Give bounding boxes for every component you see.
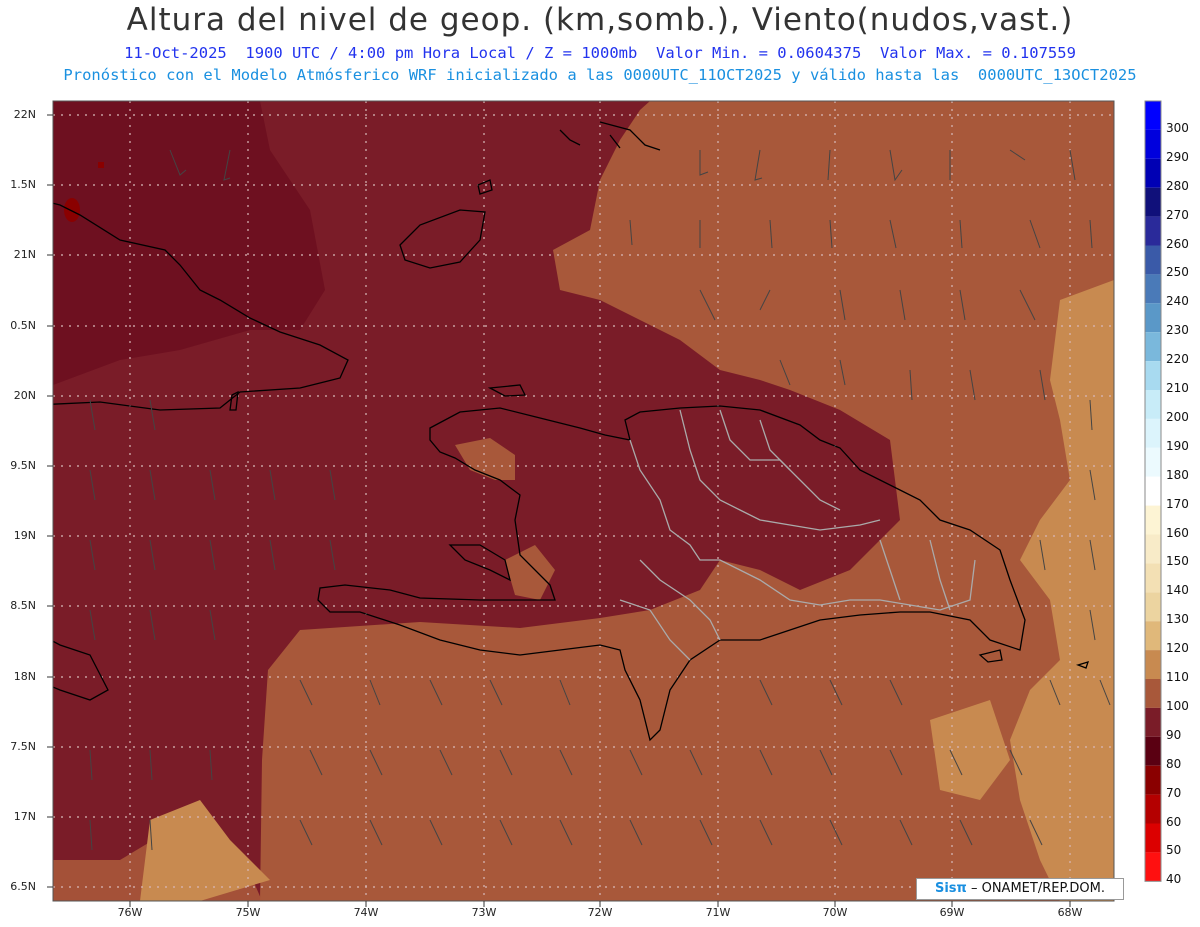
x-label: 72W xyxy=(587,906,613,919)
x-label: 70W xyxy=(822,906,848,919)
x-label: 73W xyxy=(471,906,497,919)
x-label: 75W xyxy=(235,906,261,919)
y-label: 17N xyxy=(13,810,36,823)
colorbar-swatch xyxy=(1145,794,1161,824)
colorbar-label: 130 xyxy=(1166,612,1189,627)
y-label: 8.5N xyxy=(10,599,36,612)
colorbar-swatch xyxy=(1145,650,1161,679)
y-label: 18N xyxy=(13,670,36,683)
colorbar-label: 190 xyxy=(1166,438,1189,453)
y-label: 9.5N xyxy=(10,459,36,472)
colorbar-swatch xyxy=(1145,852,1161,882)
colorbar-swatch xyxy=(1145,563,1161,593)
colorbar-swatch xyxy=(1145,390,1161,419)
colorbar-swatch xyxy=(1145,361,1161,390)
colorbar-swatch xyxy=(1145,707,1161,737)
colorbar-label: 60 xyxy=(1166,814,1182,829)
colorbar xyxy=(1144,100,1162,882)
colorbar-label: 260 xyxy=(1166,236,1189,251)
credit-box: Sisπ – ONAMET/REP.DOM. xyxy=(916,878,1124,900)
x-label: 68W xyxy=(1057,906,1083,919)
map-field xyxy=(53,101,1114,901)
credit-text: – ONAMET/REP.DOM. xyxy=(970,881,1105,896)
colorbar-swatch xyxy=(1145,216,1161,246)
colorbar-swatch xyxy=(1145,129,1161,159)
colorbar-swatch xyxy=(1145,621,1161,651)
credit-brand: Sisπ xyxy=(934,881,967,896)
colorbar-swatch xyxy=(1145,765,1161,795)
colorbar-label: 270 xyxy=(1166,207,1189,222)
y-label: 20N xyxy=(13,389,36,402)
colorbar-swatch xyxy=(1145,101,1161,130)
y-label: 7.5N xyxy=(10,740,36,753)
colorbar-label: 160 xyxy=(1166,525,1189,540)
colorbar-swatch xyxy=(1145,158,1161,188)
colorbar-label: 50 xyxy=(1166,843,1182,858)
y-label: 22N xyxy=(13,108,36,121)
colorbar-swatch xyxy=(1145,245,1161,275)
colorbar-label: 150 xyxy=(1166,554,1189,569)
colorbar-label: 290 xyxy=(1166,149,1189,164)
colorbar-label: 120 xyxy=(1166,641,1189,656)
colorbar-label: 170 xyxy=(1166,496,1189,511)
colorbar-label: 280 xyxy=(1166,178,1189,193)
colorbar-label: 140 xyxy=(1166,583,1189,598)
x-label: 71W xyxy=(705,906,731,919)
y-label: 1.5N xyxy=(10,178,36,191)
colorbar-swatch xyxy=(1145,823,1161,853)
colorbar-swatch xyxy=(1145,505,1161,535)
colorbar-label: 250 xyxy=(1166,265,1189,280)
colorbar-label: 210 xyxy=(1166,381,1189,395)
colorbar-swatch xyxy=(1145,447,1161,477)
colorbar-label: 230 xyxy=(1166,323,1189,338)
colorbar-label: 220 xyxy=(1166,352,1189,367)
colorbar-label: 40 xyxy=(1166,872,1182,887)
colorbar-swatch xyxy=(1145,476,1161,506)
y-label: 19N xyxy=(13,529,36,542)
colorbar-swatch xyxy=(1145,303,1161,333)
y-label: 0.5N xyxy=(10,319,36,332)
colorbar-label: 180 xyxy=(1166,467,1189,482)
colorbar-swatch xyxy=(1145,679,1161,708)
field-dark-spot xyxy=(64,198,80,222)
colorbar-label: 100 xyxy=(1166,698,1189,713)
colorbar-swatch xyxy=(1145,274,1161,304)
colorbar-swatch xyxy=(1145,332,1161,362)
y-label: 21N xyxy=(13,248,36,261)
colorbar-label: 300 xyxy=(1166,120,1189,135)
colorbar-swatch xyxy=(1145,534,1161,564)
y-label: 6.5N xyxy=(10,880,36,893)
colorbar-swatch xyxy=(1145,592,1161,622)
colorbar-label: 110 xyxy=(1166,670,1189,684)
x-label: 76W xyxy=(117,906,143,919)
colorbar-label: 240 xyxy=(1166,294,1189,309)
colorbar-swatch xyxy=(1145,736,1161,766)
x-label: 69W xyxy=(939,906,965,919)
colorbar-label: 200 xyxy=(1166,409,1189,424)
colorbar-swatch xyxy=(1145,187,1161,217)
colorbar-label: 80 xyxy=(1166,756,1182,771)
weather-map xyxy=(47,100,1162,907)
x-label: 74W xyxy=(353,906,379,919)
colorbar-label: 70 xyxy=(1166,785,1182,800)
colorbar-swatch xyxy=(1145,418,1161,448)
colorbar-label: 90 xyxy=(1166,727,1182,742)
